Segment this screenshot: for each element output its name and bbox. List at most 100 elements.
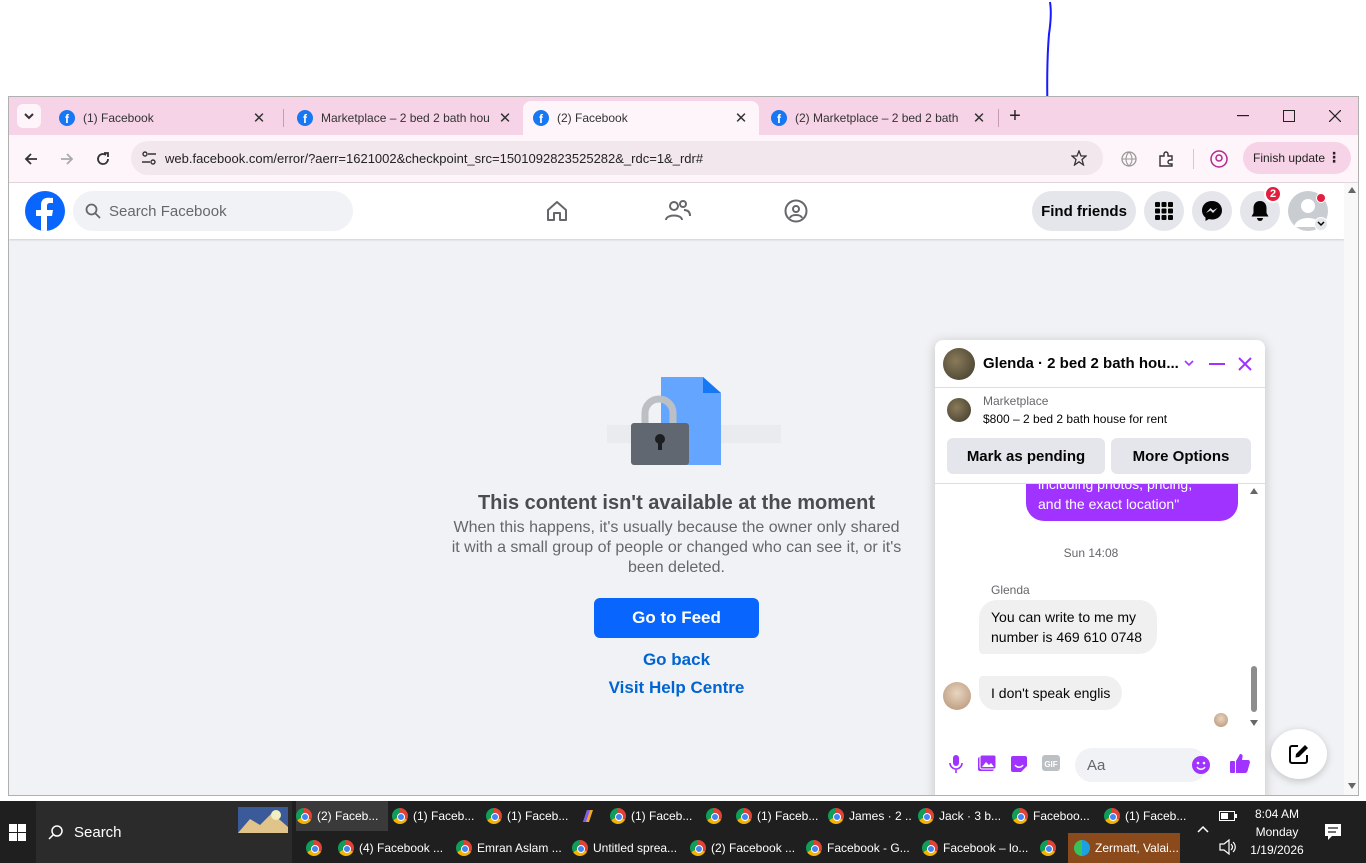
close-icon[interactable]: ✕ bbox=[497, 109, 513, 127]
message-timestamp: Sun 14:08 bbox=[1063, 546, 1119, 560]
taskbar-item[interactable]: (2) Faceb... bbox=[296, 801, 388, 831]
taskbar-item[interactable] bbox=[306, 833, 330, 863]
chat-scroll-thumb[interactable] bbox=[1251, 666, 1257, 712]
star-icon[interactable] bbox=[1071, 150, 1087, 166]
taskbar-item-label: James · 2 ... bbox=[849, 809, 912, 823]
taskbar-item[interactable]: Faceboo... bbox=[1012, 801, 1096, 831]
listing-title[interactable]: $800 – 2 bed 2 bath house for rent bbox=[983, 412, 1167, 426]
page-scrollbar[interactable] bbox=[1344, 183, 1358, 795]
mark-as-pending-button[interactable]: Mark as pending bbox=[947, 438, 1105, 474]
taskbar-item[interactable]: Facebook - G... bbox=[806, 833, 914, 863]
taskbar-item-label: (1) Faceb... bbox=[413, 809, 475, 823]
extensions-icon[interactable] bbox=[1157, 150, 1175, 168]
close-icon[interactable]: ✕ bbox=[971, 109, 987, 127]
tab-facebook-1[interactable]: f (1) Facebook ✕ bbox=[49, 101, 277, 135]
new-tab-button[interactable]: + bbox=[995, 103, 1035, 129]
taskbar-item-label: Emran Aslam ... bbox=[477, 841, 562, 855]
search-input[interactable]: Search Facebook bbox=[73, 191, 353, 231]
groups-icon[interactable] bbox=[784, 199, 808, 223]
translate-icon[interactable] bbox=[1121, 151, 1137, 167]
bell-icon bbox=[1251, 201, 1269, 221]
svg-text:GIF: GIF bbox=[1044, 760, 1057, 769]
photo-icon[interactable] bbox=[977, 754, 997, 772]
chrome-icon bbox=[306, 840, 322, 856]
taskbar-item[interactable]: (1) Faceb... bbox=[1104, 801, 1188, 831]
go-back-link[interactable]: Go back bbox=[594, 650, 759, 670]
go-to-feed-button[interactable]: Go to Feed bbox=[594, 598, 759, 638]
taskbar-item[interactable]: Emran Aslam ... bbox=[456, 833, 564, 863]
message-input-placeholder: Aa bbox=[1087, 756, 1106, 774]
tab-search-button[interactable] bbox=[17, 104, 41, 128]
chat-header[interactable]: Glenda · 2 bed 2 bath hou... bbox=[935, 340, 1265, 388]
received-message[interactable]: I don't speak englis bbox=[979, 676, 1123, 710]
taskbar-item-label: Zermatt, Valai... bbox=[1095, 841, 1179, 855]
profile-icon[interactable] bbox=[1210, 150, 1228, 168]
close-icon[interactable]: ✕ bbox=[251, 109, 267, 127]
notifications-button[interactable]: 2 bbox=[1240, 185, 1282, 231]
taskbar-item-label: Facebook - G... bbox=[827, 841, 910, 855]
messenger-button[interactable] bbox=[1192, 191, 1232, 231]
new-message-button[interactable] bbox=[1271, 729, 1327, 779]
clock[interactable]: 8:04 AM Monday 1/19/2026 bbox=[1244, 805, 1310, 859]
reload-button[interactable] bbox=[91, 147, 115, 171]
maximize-button[interactable] bbox=[1269, 103, 1309, 129]
minimize-chat-icon[interactable] bbox=[1209, 363, 1225, 365]
taskbar-search[interactable]: Search bbox=[36, 801, 292, 863]
scroll-down-icon[interactable] bbox=[1250, 720, 1258, 726]
tab-marketplace-1[interactable]: f Marketplace – 2 bed 2 bath hou ✕ bbox=[287, 101, 523, 135]
url-text: web.facebook.com/error/?aerr=1621002&che… bbox=[165, 151, 704, 166]
sent-message[interactable]: including photos, pricing, and the exact… bbox=[1026, 484, 1238, 521]
more-options-button[interactable]: More Options bbox=[1111, 438, 1251, 474]
chevron-up-icon[interactable] bbox=[1197, 825, 1209, 833]
back-button[interactable] bbox=[19, 147, 43, 171]
scroll-up-icon[interactable] bbox=[1250, 488, 1258, 494]
chrome-icon bbox=[806, 840, 822, 856]
forward-button[interactable] bbox=[55, 147, 79, 171]
taskbar-item-edge[interactable]: Zermatt, Valai... bbox=[1068, 833, 1180, 863]
gif-icon[interactable]: GIF bbox=[1041, 754, 1061, 772]
microphone-icon[interactable] bbox=[949, 754, 963, 774]
clock-time: 8:04 AM bbox=[1254, 807, 1300, 821]
copilot-button[interactable] bbox=[580, 801, 604, 831]
friends-icon[interactable] bbox=[665, 199, 691, 223]
menu-button[interactable] bbox=[1144, 191, 1184, 231]
taskbar-item[interactable]: Untitled sprea... bbox=[572, 833, 680, 863]
taskbar-item[interactable]: Jack · 3 b... bbox=[918, 801, 1002, 831]
message-input[interactable]: Aa bbox=[1075, 748, 1207, 782]
address-bar[interactable]: web.facebook.com/error/?aerr=1621002&che… bbox=[131, 141, 1103, 175]
find-friends-button[interactable]: Find friends bbox=[1032, 191, 1136, 231]
volume-icon[interactable] bbox=[1219, 839, 1237, 855]
emoji-icon[interactable] bbox=[1191, 755, 1211, 775]
home-icon[interactable] bbox=[545, 199, 569, 223]
taskbar-item[interactable]: (1) Faceb... bbox=[392, 801, 482, 831]
facebook-logo[interactable] bbox=[25, 191, 65, 231]
taskbar-item[interactable]: (2) Facebook ... bbox=[690, 833, 798, 863]
sticker-icon[interactable] bbox=[1009, 754, 1029, 774]
search-icon bbox=[48, 825, 63, 840]
taskbar-item[interactable] bbox=[706, 801, 730, 831]
received-message[interactable]: You can write to me my number is 469 610… bbox=[979, 600, 1157, 654]
minimize-button[interactable] bbox=[1223, 103, 1263, 129]
battery-icon[interactable] bbox=[1219, 811, 1237, 821]
chevron-down-icon[interactable] bbox=[1184, 360, 1194, 367]
close-chat-icon[interactable] bbox=[1238, 357, 1252, 371]
taskbar-item[interactable]: (1) Faceb... bbox=[486, 801, 576, 831]
close-window-button[interactable] bbox=[1315, 103, 1355, 129]
taskbar-item[interactable] bbox=[1040, 833, 1064, 863]
tab-marketplace-2[interactable]: f (2) Marketplace – 2 bed 2 bath ✕ bbox=[761, 101, 997, 135]
taskbar-item[interactable]: (1) Faceb... bbox=[610, 801, 702, 831]
thumbs-up-icon[interactable] bbox=[1229, 752, 1251, 774]
facebook-logo-icon bbox=[36, 197, 53, 231]
notification-center-icon[interactable] bbox=[1324, 823, 1342, 841]
finish-update-button[interactable]: Finish update ⋮ bbox=[1243, 142, 1351, 174]
windows-start-icon[interactable] bbox=[9, 824, 26, 841]
chrome-icon bbox=[456, 840, 472, 856]
taskbar-item[interactable]: James · 2 ... bbox=[828, 801, 912, 831]
taskbar-item[interactable]: Facebook – lo... bbox=[922, 833, 1032, 863]
help-centre-link[interactable]: Visit Help Centre bbox=[569, 678, 784, 698]
close-icon[interactable]: ✕ bbox=[733, 109, 749, 127]
account-avatar[interactable] bbox=[1288, 191, 1328, 231]
taskbar-item[interactable]: (4) Facebook ... bbox=[338, 833, 446, 863]
taskbar-item[interactable]: (1) Faceb... bbox=[736, 801, 826, 831]
tab-facebook-2-active[interactable]: f (2) Facebook ✕ bbox=[523, 101, 759, 135]
